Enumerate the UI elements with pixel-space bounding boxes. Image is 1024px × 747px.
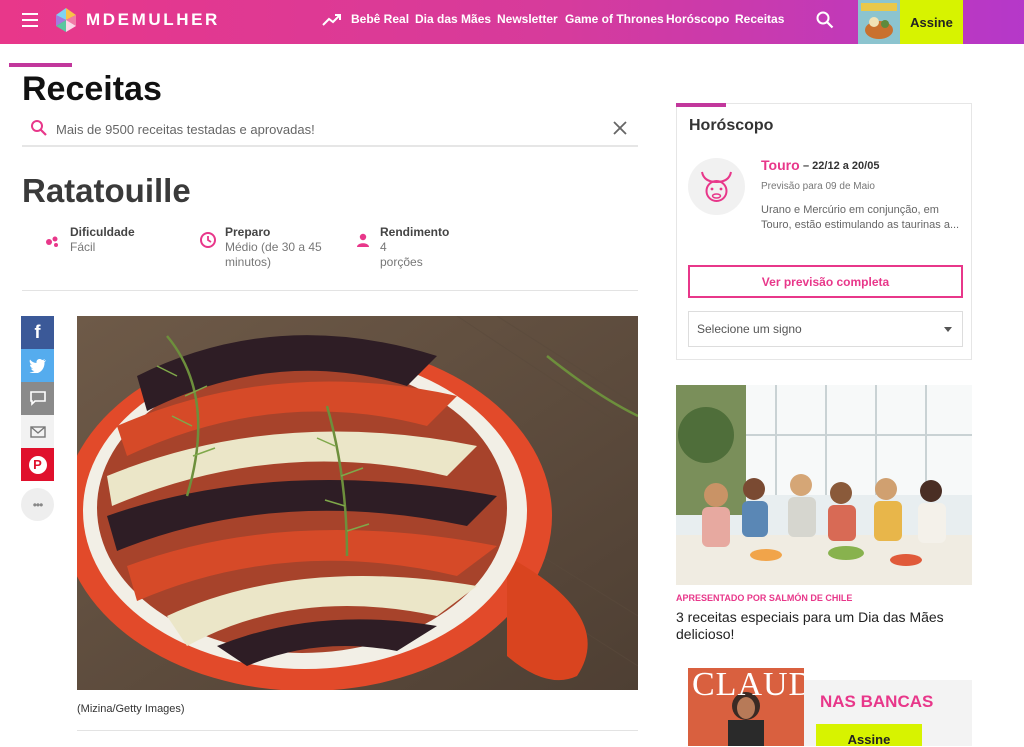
logo-text[interactable]: MDEMULHER <box>86 10 220 30</box>
recipe-hero-image <box>77 316 638 690</box>
meta-value: 4 porções <box>380 240 423 269</box>
promo-image[interactable] <box>676 385 972 585</box>
comment-icon <box>29 391 46 406</box>
recipe-search-bar <box>22 114 638 147</box>
meta-value: Fácil <box>70 240 96 254</box>
sign-name[interactable]: Touro <box>761 157 800 173</box>
magazine-cover-title: CLAUDIA <box>692 668 804 703</box>
newsstand-subscribe-button[interactable]: Assine <box>816 724 922 747</box>
taurus-sign-badge[interactable] <box>688 158 745 215</box>
logo-icon[interactable] <box>54 6 78 34</box>
pinterest-share-button[interactable]: P <box>21 448 54 481</box>
clock-icon <box>200 232 216 248</box>
recipe-search-input[interactable] <box>56 118 616 140</box>
forecast-excerpt: Urano e Mercúrio em conjunção, em Touro,… <box>761 204 960 231</box>
facebook-icon: f <box>34 322 41 342</box>
meta-value: Médio (de 30 a 45 minutos) <box>225 240 322 269</box>
recipe-title: Ratatouille <box>22 172 191 209</box>
person-icon <box>357 233 369 247</box>
image-caption: (Mizina/Getty Images) <box>77 703 185 715</box>
nav-receitas[interactable]: Receitas <box>735 12 784 26</box>
newsstand-title: NAS BANCAS <box>820 692 934 711</box>
sign-select[interactable]: Selecione um signo <box>688 311 963 347</box>
close-icon[interactable] <box>612 120 628 136</box>
comment-button[interactable] <box>21 382 54 415</box>
search-icon[interactable] <box>816 11 834 29</box>
subscribe-button[interactable]: Assine <box>900 0 963 44</box>
more-icon: ••• <box>32 497 44 512</box>
facebook-share-button[interactable]: f <box>21 316 54 349</box>
horoscope-accent-bar <box>676 103 726 107</box>
sign-dates: – 22/12 a 20/05 <box>803 160 880 172</box>
divider <box>22 290 638 291</box>
pinterest-icon: P <box>28 455 47 474</box>
meta-label: Dificuldade <box>70 225 135 239</box>
meta-label: Rendimento <box>380 225 450 239</box>
taurus-icon <box>701 171 732 202</box>
twitter-share-button[interactable] <box>21 349 54 382</box>
forecast-date: Previsão para 09 de Maio <box>761 181 875 192</box>
more-options-button[interactable]: ••• <box>21 488 54 521</box>
chevron-down-icon <box>944 327 952 332</box>
nav-newsletter[interactable]: Newsletter <box>497 12 558 26</box>
meta-label: Preparo <box>225 225 271 239</box>
email-share-button[interactable] <box>21 415 54 448</box>
nav-dia-das-maes[interactable]: Dia das Mães <box>415 12 491 26</box>
horoscope-title: Horóscopo <box>689 117 774 134</box>
divider <box>77 730 638 731</box>
trending-icon <box>322 14 341 26</box>
twitter-icon <box>29 359 46 373</box>
top-navbar: MDEMULHER Bebê Real Dia das Mães Newslet… <box>0 0 1024 44</box>
promo-sponsor-tag: APRESENTADO POR SALMÓN DE CHILE <box>676 593 853 603</box>
search-icon <box>31 120 47 136</box>
magazine-thumbnail[interactable] <box>858 0 900 44</box>
nav-game-of-thrones[interactable]: Game of Thrones <box>565 12 664 26</box>
menu-icon[interactable] <box>22 13 38 27</box>
page-title: Receitas <box>22 70 162 108</box>
nav-bebe-real[interactable]: Bebê Real <box>351 12 409 26</box>
section-accent-bar <box>9 63 72 67</box>
difficulty-dots-icon <box>46 236 58 247</box>
email-icon <box>29 425 46 438</box>
nav-horoscopo[interactable]: Horóscopo <box>666 12 729 26</box>
full-forecast-button[interactable]: Ver previsão completa <box>688 265 963 298</box>
magazine-cover[interactable]: CLAUDIA <box>688 668 804 746</box>
sign-select-value: Selecione um signo <box>697 322 802 336</box>
promo-title[interactable]: 3 receitas especiais para um Dia das Mãe… <box>676 609 966 643</box>
